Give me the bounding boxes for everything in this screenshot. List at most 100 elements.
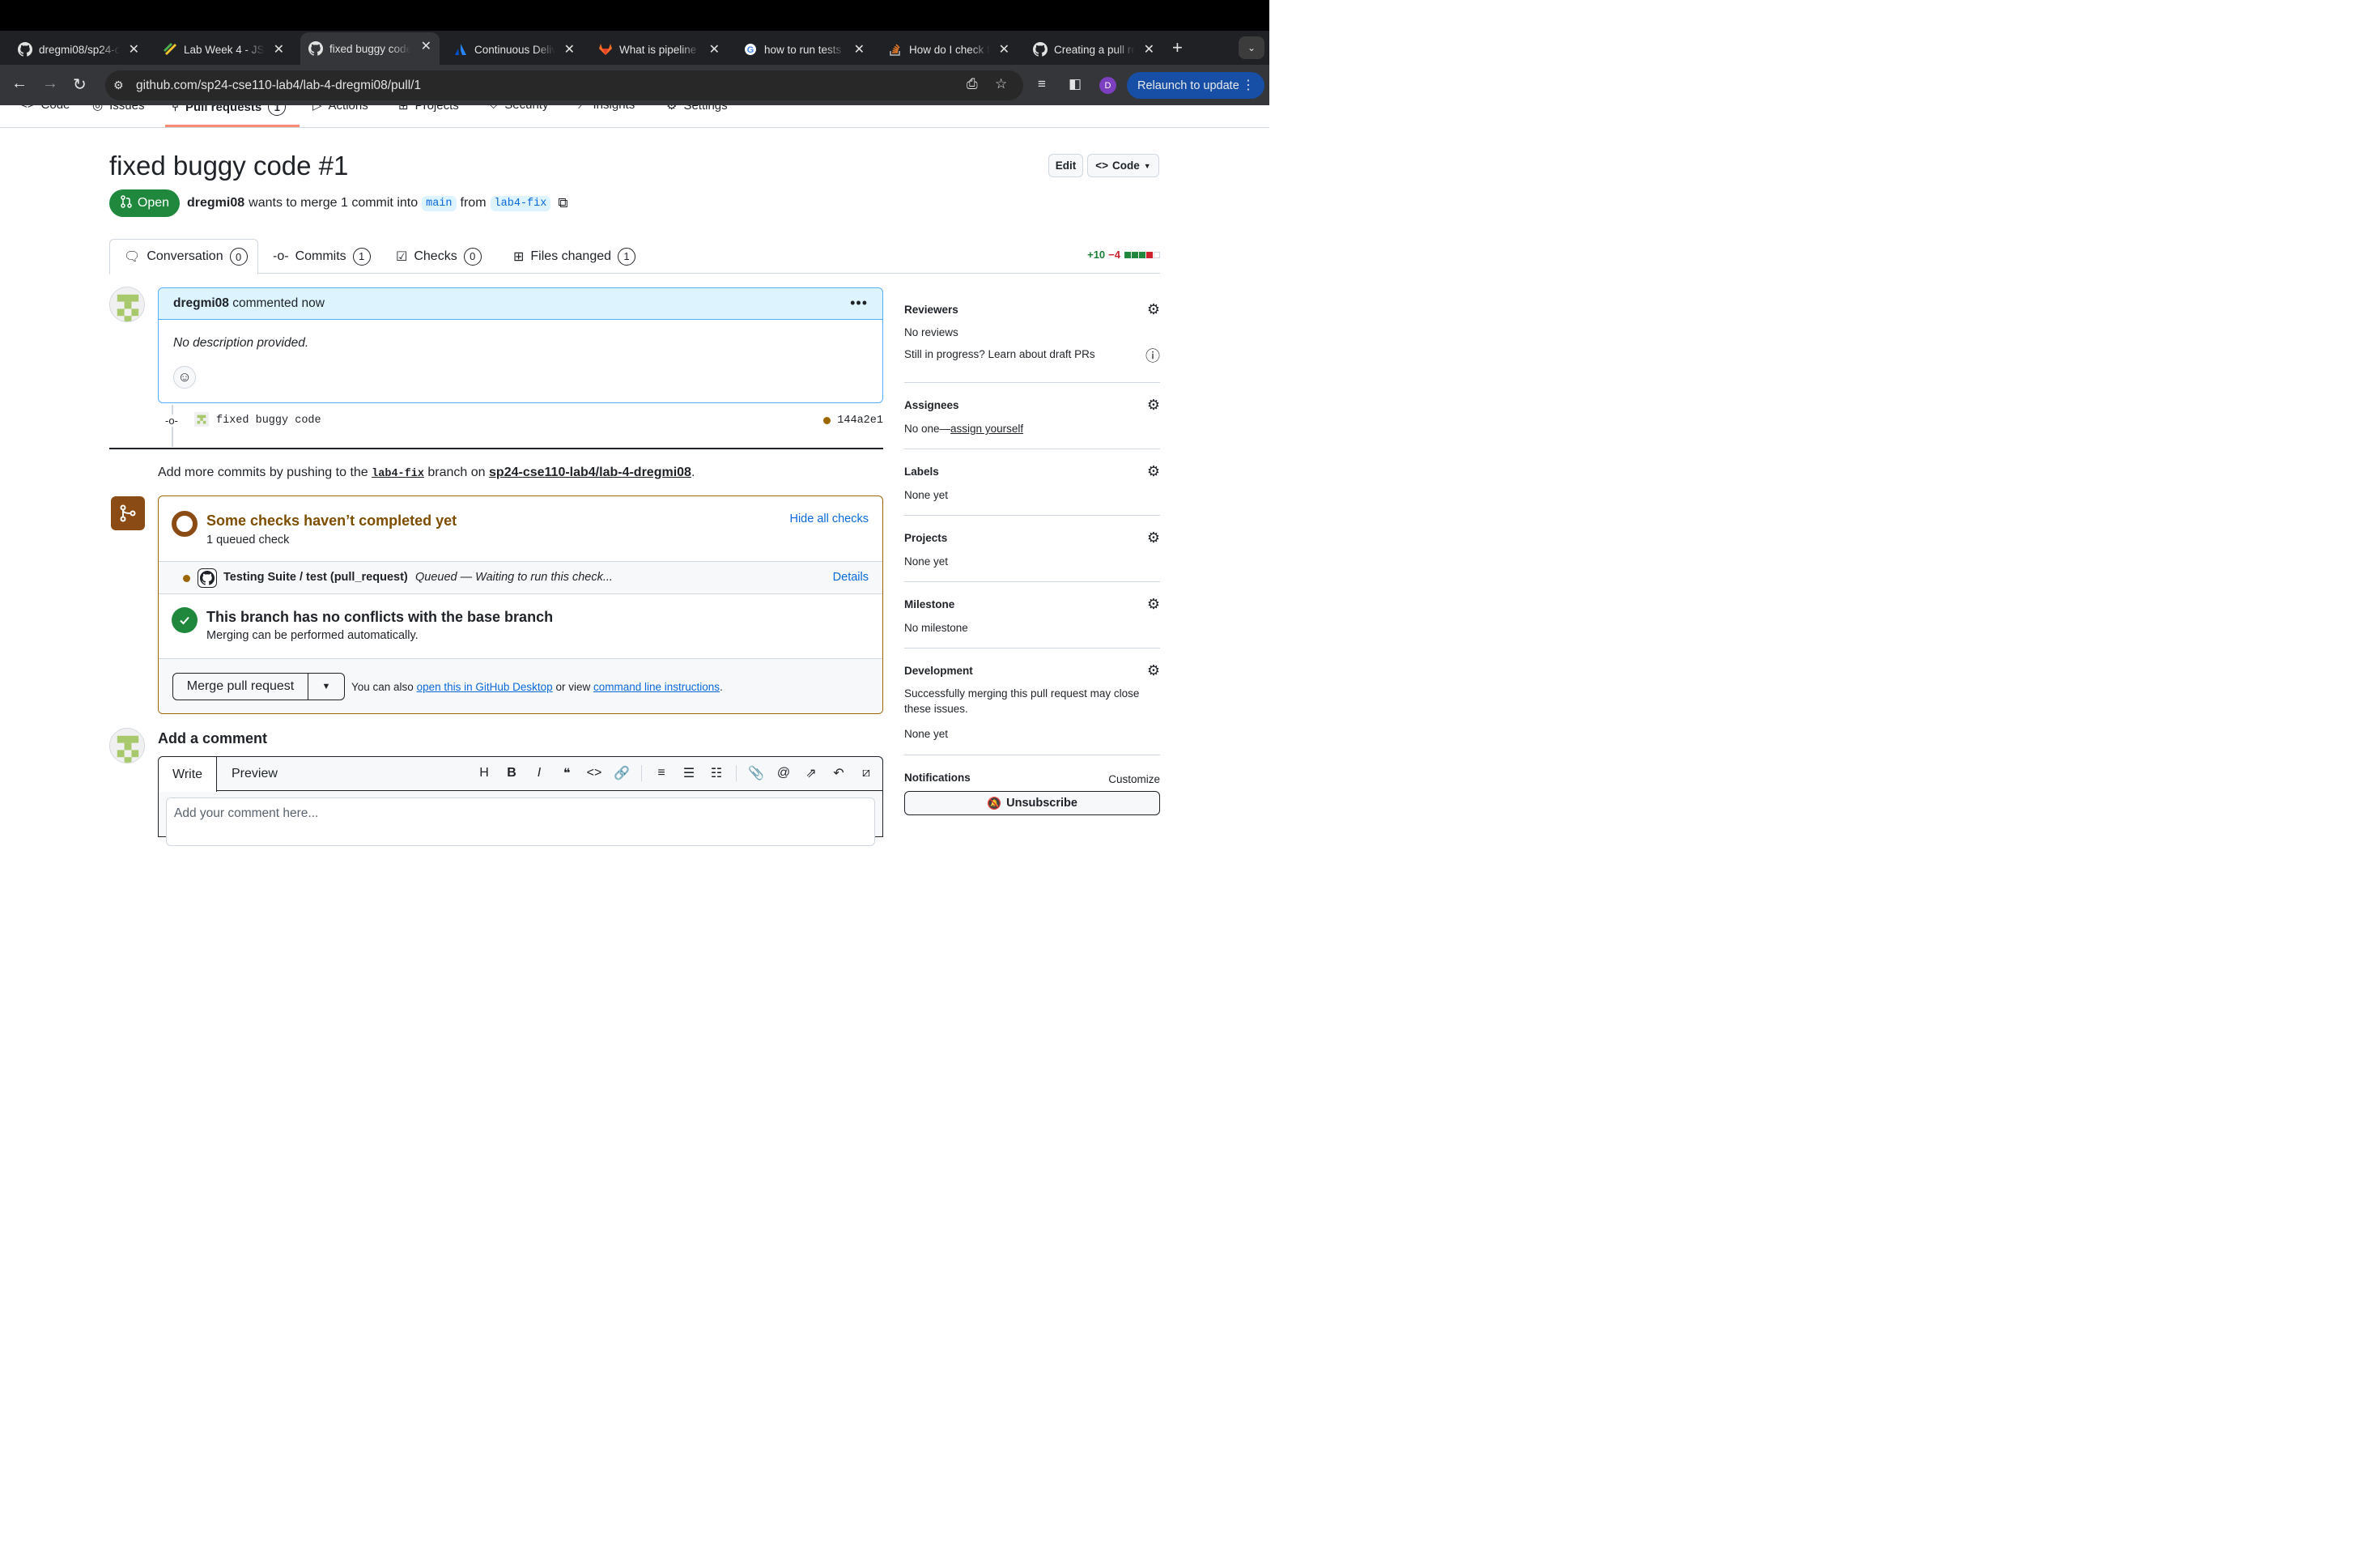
close-icon[interactable]: ✕ [274, 41, 284, 57]
repo-link[interactable]: sp24-cse110-lab4/lab-4-dregmi08 [489, 466, 691, 479]
browser-tab[interactable]: How do I check f ✕ [880, 36, 1018, 63]
browser-tab[interactable]: G how to run tests ✕ [735, 36, 873, 63]
close-icon[interactable]: ✕ [129, 41, 139, 57]
link-icon[interactable]: 🔗 [614, 765, 630, 781]
media-controls-icon[interactable]: ≡ [1038, 76, 1046, 92]
comment-textarea[interactable]: Add your comment here... [166, 797, 875, 846]
gear-icon[interactable]: ⚙ [1147, 301, 1160, 318]
repo-nav-code[interactable]: <> Code [20, 105, 70, 112]
tab-commits[interactable]: -o- Commits 1 [273, 239, 371, 274]
copy-icon[interactable]: ⧉ [558, 195, 567, 211]
merge-method-caret-icon[interactable]: ▼ [308, 673, 345, 700]
info-icon[interactable]: ⓘ [1145, 345, 1160, 366]
reply-icon[interactable]: ↶ [831, 765, 847, 781]
edit-button[interactable]: Edit [1048, 154, 1083, 177]
address-bar[interactable]: ⚙ github.com/sp24-cse110-lab4/lab-4-dreg… [105, 70, 1023, 100]
repo-nav-projects[interactable]: ⊞ Projects [398, 105, 459, 113]
avatar[interactable] [109, 287, 145, 322]
gear-icon[interactable]: ⚙ [1147, 463, 1160, 480]
gear-icon[interactable]: ⚙ [1147, 596, 1160, 613]
code-icon[interactable]: <> [586, 766, 602, 780]
tab-files-changed[interactable]: ⊞ Files changed 1 [513, 239, 636, 274]
browser-tab-active[interactable]: fixed buggy code ✕ [300, 32, 440, 65]
push-hint-branch[interactable]: lab4-fix [372, 468, 424, 480]
add-comment-heading: Add a comment [158, 730, 268, 746]
kebab-horizontal-icon[interactable]: ••• [850, 295, 868, 312]
sidebar-title: Notifications [904, 772, 971, 784]
tab-preview[interactable]: Preview [218, 757, 291, 791]
smiley-icon[interactable]: ☺ [173, 366, 196, 389]
sidebar-title: Reviewers [904, 304, 958, 316]
draft-pr-hint[interactable]: Still in progress? Learn about draft PRs [904, 347, 1095, 362]
github-actions-icon [198, 568, 217, 588]
open-in-desktop-link[interactable]: open this in GitHub Desktop [417, 681, 553, 693]
repo-nav-insights[interactable]: ⟋ Insights [578, 105, 635, 112]
italic-icon[interactable]: I [531, 766, 547, 780]
forward-arrow-icon[interactable]: → [42, 74, 58, 93]
new-tab-plus-icon[interactable]: + [1172, 37, 1183, 58]
slash-command-icon[interactable]: ⧄ [858, 766, 874, 780]
quote-icon[interactable]: ❝ [559, 765, 575, 781]
hide-all-checks-link[interactable]: Hide all checks [789, 512, 869, 525]
browser-tab[interactable]: What is pipeline ✕ [590, 36, 728, 63]
browser-tab[interactable]: Lab Week 4 - JS ✕ [155, 36, 292, 63]
status-label: Open [137, 196, 170, 210]
close-icon[interactable]: ✕ [999, 41, 1009, 57]
gear-icon[interactable]: ⚙ [1147, 529, 1160, 546]
repo-nav-pull-requests[interactable]: ⑂ Pull requests 1 [172, 105, 287, 116]
bookmark-star-icon[interactable]: ☆ [995, 76, 1007, 92]
avatar[interactable] [109, 728, 145, 763]
side-panel-icon[interactable]: ◧ [1069, 76, 1082, 92]
mention-icon[interactable]: @ [776, 766, 792, 780]
kebab-menu-icon[interactable]: ⋮ [1242, 77, 1255, 93]
assign-yourself-link[interactable]: assign yourself [950, 423, 1023, 435]
diff-deletions: −4 [1108, 249, 1120, 261]
comment-box: dregmi08 commented now ••• No descriptio… [158, 287, 883, 403]
sidebar-title: Projects [904, 532, 948, 544]
paperclip-icon[interactable]: 📎 [748, 765, 764, 781]
repo-nav-actions[interactable]: ▷ Actions [312, 105, 368, 113]
tab-write[interactable]: Write [159, 757, 218, 792]
commit-sha[interactable]: 144a2e1 [837, 415, 883, 427]
ordered-list-icon[interactable]: ≡ [653, 766, 669, 780]
command-line-instructions-link[interactable]: command line instructions [593, 681, 720, 693]
close-icon[interactable]: ✕ [421, 38, 431, 54]
author-link[interactable]: dregmi08 [187, 196, 244, 211]
task-list-icon[interactable]: ☷ [708, 765, 725, 781]
commit-author-avatar[interactable] [194, 412, 209, 427]
code-button[interactable]: <> Code ▼ [1087, 154, 1159, 177]
customize-link[interactable]: Customize [1108, 772, 1160, 787]
check-details-link[interactable]: Details [833, 571, 869, 584]
base-branch[interactable]: main [422, 195, 457, 211]
merge-pull-request-button[interactable]: Merge pull request [172, 673, 308, 700]
relaunch-button[interactable]: Relaunch to update ⋮ [1127, 72, 1264, 99]
close-icon[interactable]: ✕ [709, 41, 720, 57]
tab-conversation[interactable]: 🗨 Conversation 0 [109, 239, 258, 274]
bold-icon[interactable]: B [504, 766, 520, 780]
close-icon[interactable]: ✕ [564, 41, 575, 57]
cross-reference-icon[interactable]: ⇗ [803, 765, 819, 781]
gear-icon[interactable]: ⚙ [1147, 662, 1160, 679]
unsubscribe-button[interactable]: 🔕 Unsubscribe [904, 791, 1160, 815]
gear-icon[interactable]: ⚙ [1147, 397, 1160, 414]
close-icon[interactable]: ✕ [1144, 41, 1154, 57]
browser-tab[interactable]: dregmi08/sp24-c ✕ [10, 36, 147, 63]
head-branch[interactable]: lab4-fix [490, 195, 551, 211]
reload-icon[interactable]: ↻ [73, 74, 87, 95]
profile-avatar[interactable]: D [1099, 77, 1116, 94]
repo-nav-issues[interactable]: ◎ Issues [92, 105, 144, 113]
site-settings-icon[interactable]: ⚙ [113, 79, 130, 92]
tab-checks[interactable]: ☑ Checks 0 [396, 239, 482, 274]
repo-nav-security[interactable]: ⛉ Security [489, 105, 548, 112]
unordered-list-icon[interactable]: ☰ [681, 765, 697, 781]
close-icon[interactable]: ✕ [854, 41, 865, 57]
tab-search-chevron-icon[interactable]: ⌄ [1239, 36, 1264, 59]
repo-nav-settings[interactable]: ⚙ Settings [666, 105, 728, 113]
commit-message[interactable]: fixed buggy code [216, 415, 321, 427]
browser-tab[interactable]: Continuous Deliv ✕ [445, 36, 583, 63]
heading-icon[interactable]: H [476, 766, 492, 780]
comment-author[interactable]: dregmi08 [173, 296, 229, 311]
back-arrow-icon[interactable]: ← [11, 74, 28, 93]
browser-tab[interactable]: Creating a pull re ✕ [1025, 36, 1162, 63]
install-app-icon[interactable]: ⎙ [967, 76, 978, 92]
